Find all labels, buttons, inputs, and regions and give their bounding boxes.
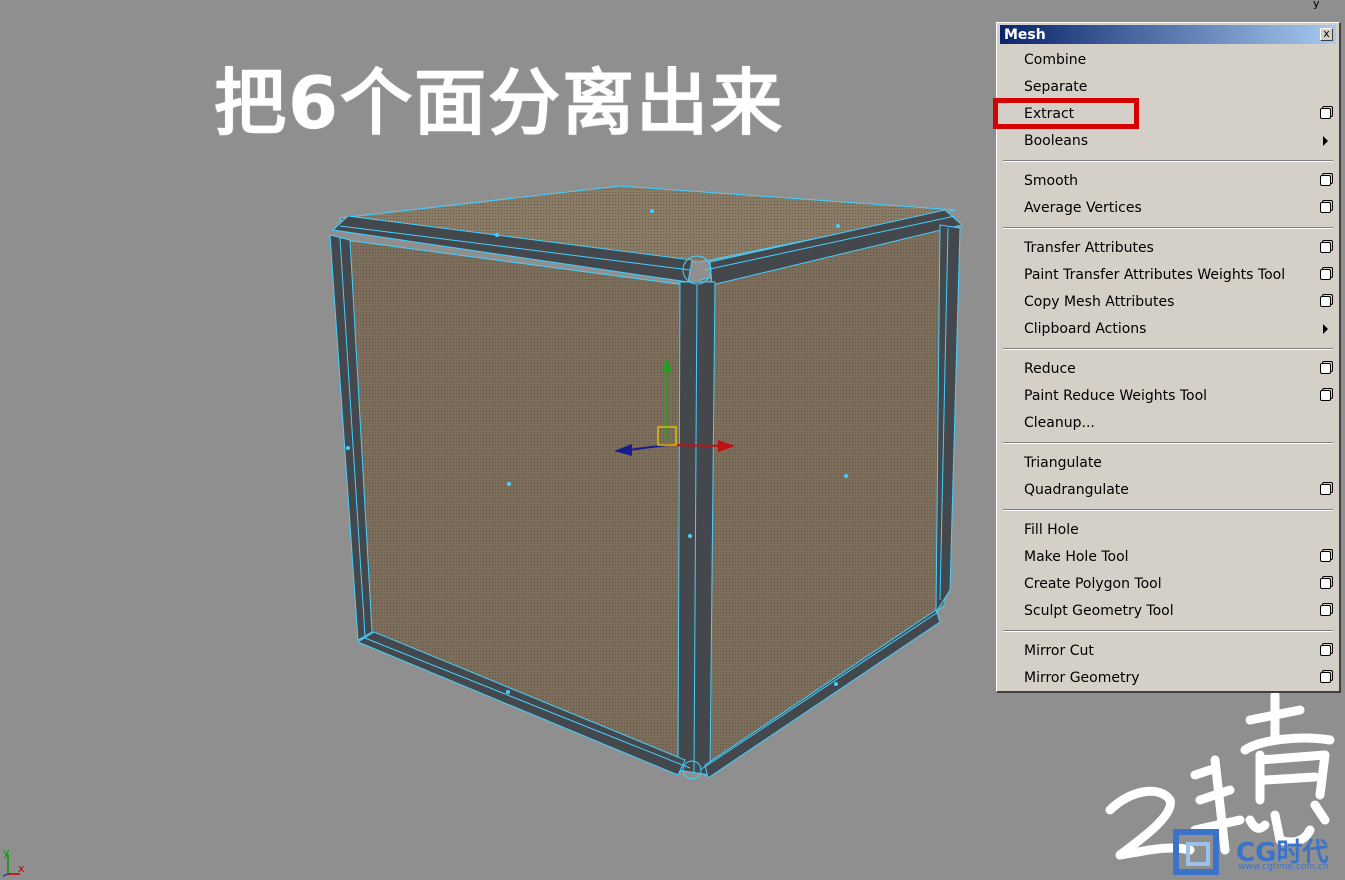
option-box-icon[interactable] bbox=[1320, 645, 1331, 656]
submenu-arrow-icon bbox=[1323, 324, 1328, 334]
menu-item-label: Reduce bbox=[1024, 361, 1076, 377]
menu-item-smooth[interactable]: Smooth bbox=[1001, 168, 1337, 194]
menu-item-label: Cleanup... bbox=[1024, 415, 1095, 431]
watermark-url: www.cgtime.com.cn bbox=[1238, 862, 1329, 872]
menu-item-reduce[interactable]: Reduce bbox=[1001, 356, 1337, 382]
menu-item-clipboard-actions[interactable]: Clipboard Actions bbox=[1001, 316, 1337, 342]
menu-item-mirror-cut[interactable]: Mirror Cut bbox=[1001, 638, 1337, 664]
menu-item-label: Combine bbox=[1024, 52, 1087, 68]
menu-item-quadrangulate[interactable]: Quadrangulate bbox=[1001, 477, 1337, 503]
menu-item-paint-transfer-attributes-weights-tool[interactable]: Paint Transfer Attributes Weights Tool bbox=[1001, 262, 1337, 288]
menu-item-booleans[interactable]: Booleans bbox=[1001, 128, 1337, 154]
menu-item-mirror-geometry[interactable]: Mirror Geometry bbox=[1001, 665, 1337, 691]
menu-item-sculpt-geometry-tool[interactable]: Sculpt Geometry Tool bbox=[1001, 598, 1337, 624]
menu-item-label: Create Polygon Tool bbox=[1024, 576, 1162, 592]
menu-item-average-vertices[interactable]: Average Vertices bbox=[1001, 195, 1337, 221]
option-box-icon[interactable] bbox=[1320, 242, 1331, 253]
menu-item-paint-reduce-weights-tool[interactable]: Paint Reduce Weights Tool bbox=[1001, 383, 1337, 409]
menu-item-label: Transfer Attributes bbox=[1024, 240, 1154, 256]
menu-item-label: Copy Mesh Attributes bbox=[1024, 294, 1175, 310]
menu-item-copy-mesh-attributes[interactable]: Copy Mesh Attributes bbox=[1001, 289, 1337, 315]
menu-item-separate[interactable]: Separate bbox=[1001, 74, 1337, 100]
option-box-icon[interactable] bbox=[1320, 296, 1331, 307]
option-box-icon[interactable] bbox=[1320, 175, 1331, 186]
cgtime-watermark: CG时代 www.cgtime.com.cn bbox=[1172, 826, 1342, 876]
menu-item-label: Separate bbox=[1024, 79, 1088, 95]
extract-highlight-box bbox=[993, 98, 1139, 129]
menu-item-combine[interactable]: Combine bbox=[1001, 47, 1337, 73]
axis-label-y: y bbox=[3, 846, 10, 859]
menu-item-label: Triangulate bbox=[1024, 455, 1102, 471]
menu-item-label: Make Hole Tool bbox=[1024, 549, 1129, 565]
menu-separator bbox=[1003, 227, 1333, 229]
menu-item-label: Fill Hole bbox=[1024, 522, 1079, 538]
menu-separator bbox=[1003, 348, 1333, 350]
menu-item-fill-hole[interactable]: Fill Hole bbox=[1001, 517, 1337, 543]
menu-item-triangulate[interactable]: Triangulate bbox=[1001, 450, 1337, 476]
menu-separator bbox=[1003, 509, 1333, 511]
option-box-icon[interactable] bbox=[1320, 390, 1331, 401]
menu-item-create-polygon-tool[interactable]: Create Polygon Tool bbox=[1001, 571, 1337, 597]
menu-separator bbox=[1003, 442, 1333, 444]
close-button[interactable]: x bbox=[1320, 28, 1333, 41]
menu-separator bbox=[1003, 160, 1333, 162]
option-box-icon[interactable] bbox=[1320, 672, 1331, 683]
menu-item-label: Booleans bbox=[1024, 133, 1088, 149]
submenu-arrow-icon bbox=[1323, 136, 1328, 146]
menu-item-label: Paint Reduce Weights Tool bbox=[1024, 388, 1208, 404]
menu-item-label: Mirror Geometry bbox=[1024, 670, 1140, 686]
menu-item-label: Sculpt Geometry Tool bbox=[1024, 603, 1174, 619]
axis-label-x: x bbox=[18, 862, 25, 875]
option-box-icon[interactable] bbox=[1320, 108, 1331, 119]
menu-titlebar[interactable]: Mesh x bbox=[1000, 25, 1336, 44]
menu-item-label: Average Vertices bbox=[1024, 200, 1142, 216]
option-box-icon[interactable] bbox=[1320, 484, 1331, 495]
menu-item-transfer-attributes[interactable]: Transfer Attributes bbox=[1001, 235, 1337, 261]
option-box-icon[interactable] bbox=[1320, 605, 1331, 616]
menu-item-label: Quadrangulate bbox=[1024, 482, 1129, 498]
menu-item-label: Clipboard Actions bbox=[1024, 321, 1147, 337]
menu-title: Mesh bbox=[1004, 27, 1046, 43]
option-box-icon[interactable] bbox=[1320, 269, 1331, 280]
option-box-icon[interactable] bbox=[1320, 363, 1331, 374]
option-box-icon[interactable] bbox=[1320, 551, 1331, 562]
menu-item-label: Smooth bbox=[1024, 173, 1079, 189]
menu-item-label: Mirror Cut bbox=[1024, 643, 1094, 659]
menu-item-cleanup[interactable]: Cleanup... bbox=[1001, 410, 1337, 436]
menu-separator bbox=[1003, 630, 1333, 632]
option-box-icon[interactable] bbox=[1320, 202, 1331, 213]
menu-item-label: Paint Transfer Attributes Weights Tool bbox=[1024, 267, 1286, 283]
top-axis-label: y bbox=[1313, 0, 1320, 10]
cgtime-logo-icon bbox=[1173, 829, 1219, 875]
menu-item-make-hole-tool[interactable]: Make Hole Tool bbox=[1001, 544, 1337, 570]
cube-left-face bbox=[344, 239, 691, 771]
option-box-icon[interactable] bbox=[1320, 578, 1331, 589]
